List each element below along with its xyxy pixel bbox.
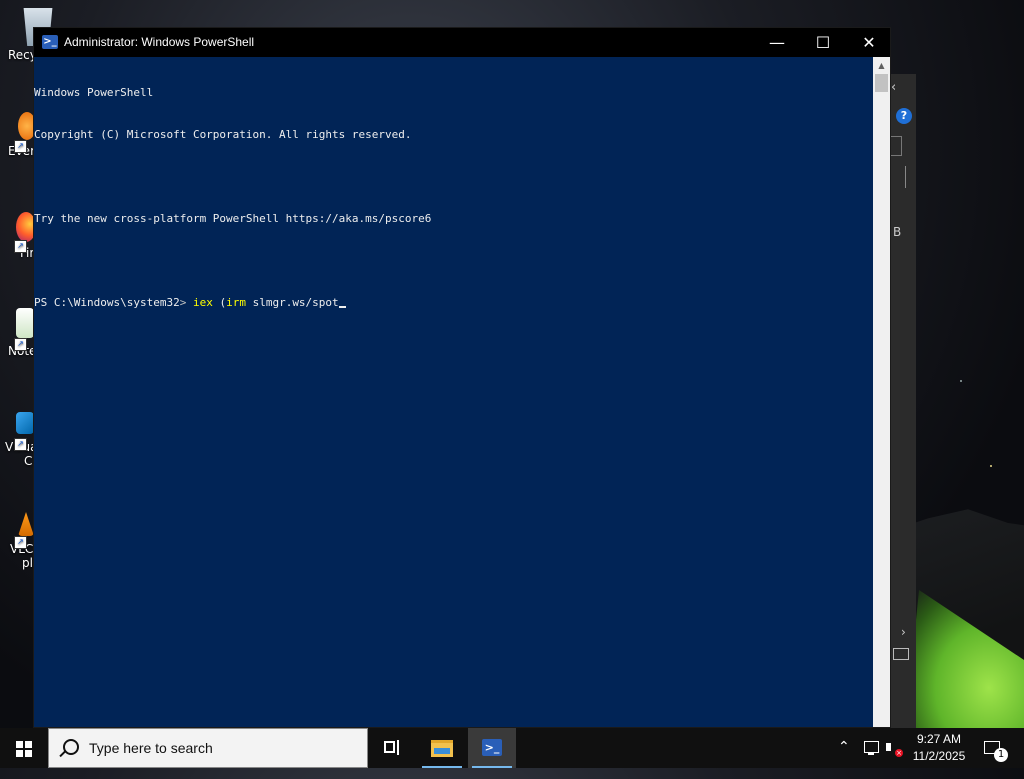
shortcut-arrow-icon: ↗ bbox=[14, 338, 27, 351]
help-icon[interactable]: ? bbox=[896, 108, 912, 124]
close-icon: ✕ bbox=[862, 33, 876, 52]
shortcut-arrow-icon: ↗ bbox=[14, 240, 27, 253]
chevron-right-icon[interactable]: › bbox=[901, 625, 906, 639]
notification-count-badge: 1 bbox=[994, 748, 1008, 762]
taskbar-search-box[interactable]: Type here to search bbox=[48, 728, 368, 768]
action-center-button[interactable]: 1 bbox=[980, 728, 1020, 768]
background-window[interactable]: ‹ ? B › bbox=[890, 74, 916, 728]
text-cursor bbox=[338, 306, 346, 308]
powershell-icon: >_ bbox=[42, 35, 58, 49]
wallpaper-star bbox=[990, 465, 992, 467]
powershell-icon: >_ bbox=[482, 739, 502, 756]
task-view-button[interactable] bbox=[368, 728, 416, 768]
file-explorer-icon-band bbox=[434, 748, 450, 754]
title-bar[interactable]: >_ Administrator: Windows PowerShell — ☐… bbox=[34, 28, 890, 57]
start-button[interactable] bbox=[0, 728, 48, 768]
close-button[interactable]: ✕ bbox=[846, 28, 892, 57]
window-thumbnail-icon[interactable] bbox=[893, 648, 909, 660]
network-button[interactable] bbox=[862, 728, 880, 768]
label-b: B bbox=[893, 225, 902, 239]
maximize-icon: ☐ bbox=[815, 33, 831, 52]
vertical-scrollbar[interactable]: ▲ bbox=[873, 57, 890, 727]
windows-logo-icon bbox=[16, 741, 32, 757]
chevron-up-icon: ⌃ bbox=[838, 739, 850, 755]
task-view-icon bbox=[384, 741, 395, 753]
minimize-button[interactable]: — bbox=[754, 28, 800, 57]
clock[interactable]: 9:27 AM 11/2/2025 bbox=[900, 731, 978, 765]
window-title: Administrator: Windows PowerShell bbox=[64, 35, 255, 49]
chevron-left-icon[interactable]: ‹ bbox=[891, 80, 896, 95]
show-hidden-icons-button[interactable]: ⌃ bbox=[838, 739, 854, 779]
prompt-path: PS C:\Windows\system32 bbox=[34, 296, 180, 309]
divider bbox=[905, 166, 906, 188]
network-icon bbox=[864, 741, 879, 753]
search-icon bbox=[63, 739, 79, 755]
console-line: Copyright (C) Microsoft Corporation. All… bbox=[34, 128, 412, 141]
command-iex: iex bbox=[192, 296, 213, 309]
clock-time: 9:27 AM bbox=[916, 732, 962, 746]
minimize-icon: — bbox=[769, 33, 785, 52]
command-argument: slmgr.ws/spot bbox=[252, 296, 339, 309]
shortcut-arrow-icon: ↗ bbox=[14, 140, 27, 153]
powershell-taskbar-button[interactable]: >_ bbox=[468, 728, 516, 768]
wallpaper-star bbox=[960, 380, 962, 382]
shortcut-arrow-icon: ↗ bbox=[14, 438, 27, 451]
console-line: Windows PowerShell bbox=[34, 86, 154, 99]
vlc-icon bbox=[18, 512, 34, 536]
file-explorer-button[interactable] bbox=[418, 728, 466, 768]
input-edge bbox=[891, 136, 902, 156]
scrollbar-thumb[interactable] bbox=[875, 74, 888, 92]
task-view-icon-bar bbox=[397, 740, 399, 755]
command-irm: irm bbox=[226, 296, 246, 309]
network-icon-stand bbox=[868, 753, 874, 755]
prompt-line[interactable]: PS C:\Windows\system32> iex (irm slmgr.w… bbox=[34, 296, 874, 310]
search-placeholder: Type here to search bbox=[89, 740, 213, 756]
notepadpp-icon bbox=[16, 308, 34, 338]
taskbar: Type here to search >_ ⌃ × 9:27 AM 11/2/… bbox=[0, 728, 1024, 768]
scroll-up-icon[interactable]: ▲ bbox=[873, 57, 890, 74]
powershell-window[interactable]: >_ Administrator: Windows PowerShell — ☐… bbox=[33, 27, 891, 728]
clock-date: 11/2/2025 bbox=[912, 749, 966, 763]
prompt-gt: > bbox=[179, 296, 187, 309]
vscode-icon bbox=[16, 412, 34, 434]
speaker-icon bbox=[886, 743, 891, 751]
shortcut-arrow-icon: ↗ bbox=[14, 536, 27, 549]
console-output[interactable]: Windows PowerShell Copyright (C) Microso… bbox=[34, 57, 874, 728]
console-line: Try the new cross-platform PowerShell ht… bbox=[34, 212, 432, 225]
maximize-button[interactable]: ☐ bbox=[800, 28, 846, 57]
